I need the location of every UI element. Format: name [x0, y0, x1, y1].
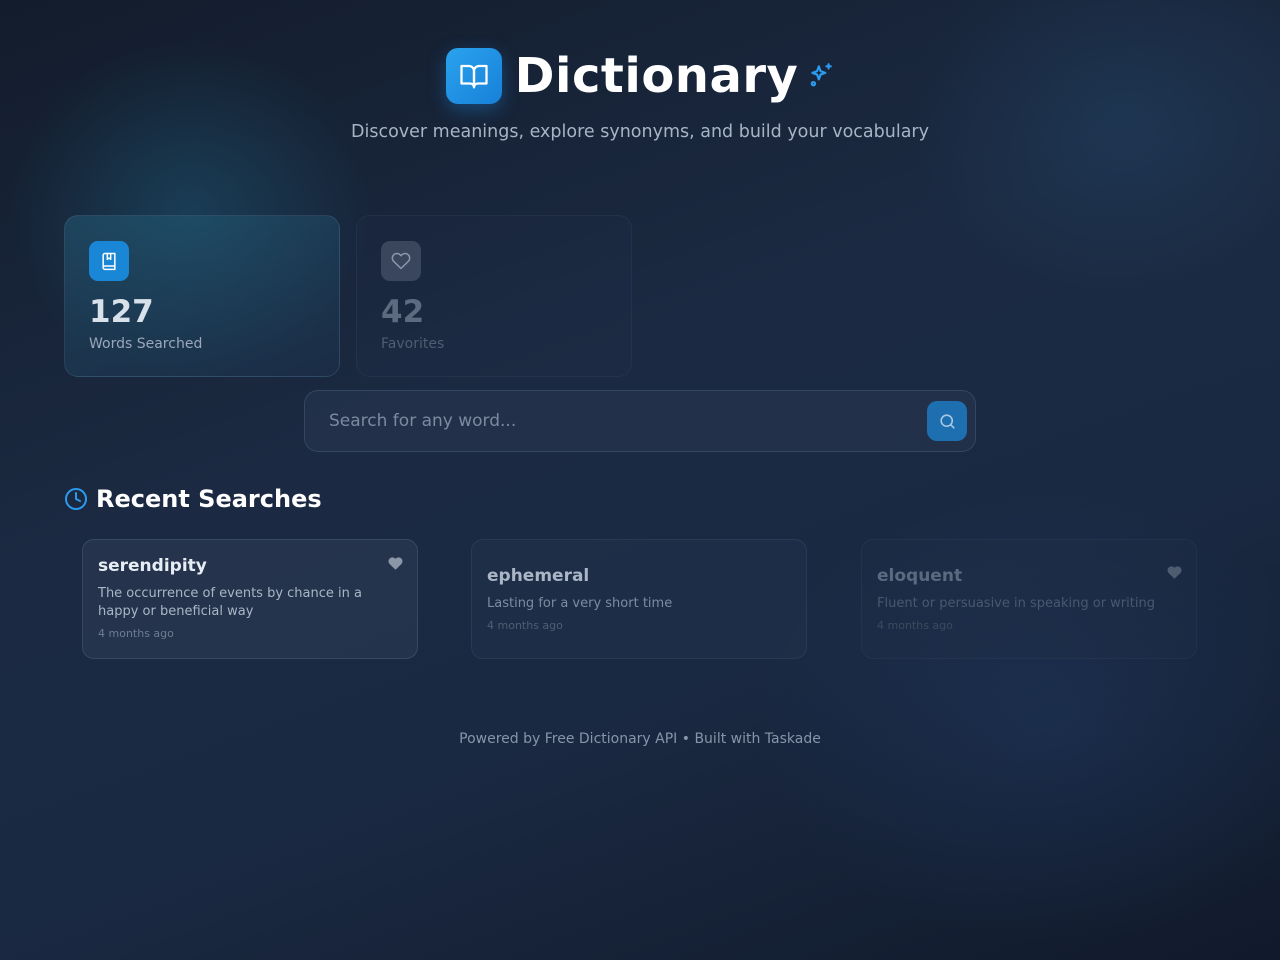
word-term: serendipity: [98, 556, 207, 576]
word-definition: Lasting for a very short time: [487, 596, 673, 611]
book-marked-icon: [102, 252, 116, 271]
word-term: eloquent: [877, 566, 963, 586]
heart-icon: [391, 252, 411, 270]
search-input[interactable]: [305, 391, 927, 451]
app-title: Dictionary: [514, 48, 799, 104]
word-definition: Fluent or persuasive in speaking or writ…: [877, 596, 1155, 611]
search-bar: [304, 390, 976, 452]
sparkles-icon: [811, 63, 833, 87]
recent-word-card[interactable]: ephemeral Lasting for a very short time …: [471, 539, 807, 659]
stat-card-favorites: 42 Favorites: [356, 215, 632, 377]
recent-searches-heading: Recent Searches: [64, 485, 322, 513]
search-button[interactable]: [927, 401, 967, 441]
stat-icon-box: [381, 241, 421, 281]
stat-label: Favorites: [381, 336, 445, 352]
stat-label: Words Searched: [89, 336, 203, 352]
recent-searches-title: Recent Searches: [96, 485, 322, 513]
stat-value: 127: [89, 294, 154, 330]
book-open-icon: [460, 64, 488, 89]
app-subtitle: Discover meanings, explore synonyms, and…: [351, 122, 929, 142]
app-header: Dictionary: [0, 48, 1280, 104]
word-timestamp: 4 months ago: [98, 627, 174, 640]
stat-value: 42: [381, 294, 425, 330]
word-timestamp: 4 months ago: [487, 619, 563, 632]
word-term: ephemeral: [487, 566, 590, 586]
footer-credits: Powered by Free Dictionary API • Built w…: [459, 731, 821, 747]
stat-card-words-searched: 127 Words Searched: [64, 215, 340, 377]
recent-word-card[interactable]: eloquent Fluent or persuasive in speakin…: [861, 539, 1197, 659]
favorite-heart-icon[interactable]: [388, 556, 403, 571]
recent-word-card[interactable]: serendipity The occurrence of events by …: [82, 539, 418, 659]
stat-icon-box: [89, 241, 129, 281]
word-definition: The occurrence of events by chance in a …: [98, 586, 362, 619]
favorite-heart-icon[interactable]: [1167, 565, 1182, 580]
logo: [445, 48, 502, 104]
word-timestamp: 4 months ago: [877, 619, 953, 632]
clock-icon: [65, 488, 87, 510]
search-icon: [939, 413, 955, 429]
